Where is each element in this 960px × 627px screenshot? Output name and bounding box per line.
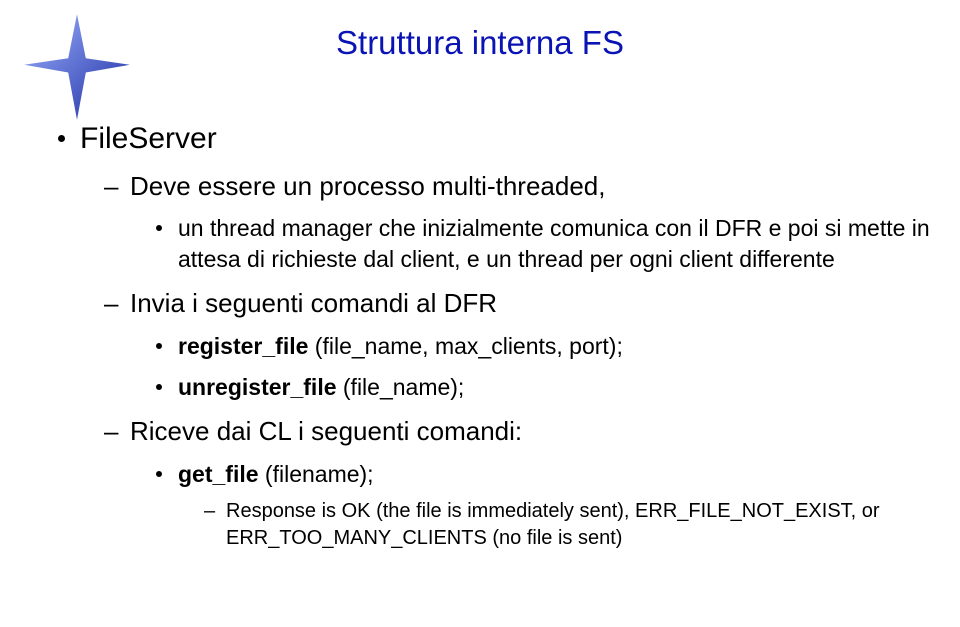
bullet-lvl1: FileServer Deve essere un processo multi…: [50, 120, 930, 552]
bullet-lvl2: Deve essere un processo multi-threaded, …: [100, 170, 930, 276]
cmd-args: (filename);: [259, 461, 374, 487]
text: Invia i seguenti comandi al DFR: [130, 288, 497, 318]
text: Deve essere un processo multi-threaded,: [130, 171, 605, 201]
text: Response is OK (the file is immediately …: [226, 500, 880, 549]
bullet-lvl3: get_file (filename); Response is OK (the…: [152, 459, 930, 552]
bullet-lvl3: un thread manager che inizialmente comun…: [152, 213, 930, 275]
bullet-lvl3: register_file (file_name, max_clients, p…: [152, 331, 930, 362]
text: FileServer: [80, 122, 217, 155]
text: un thread manager che inizialmente comun…: [178, 215, 930, 272]
bullet-lvl2: Invia i seguenti comandi al DFR register…: [100, 287, 930, 403]
slide-title: Struttura interna FS: [0, 24, 960, 62]
slide: Struttura interna FS FileServer Deve ess…: [0, 0, 960, 627]
bullet-lvl2: Riceve dai CL i seguenti comandi: get_fi…: [100, 415, 930, 552]
cmd-name: get_file: [178, 461, 259, 487]
cmd-args: (file_name, max_clients, port);: [308, 333, 622, 359]
cmd-name: register_file: [178, 333, 308, 359]
text: Riceve dai CL i seguenti comandi:: [130, 416, 522, 446]
cmd-name: unregister_file: [178, 374, 337, 400]
slide-body: FileServer Deve essere un processo multi…: [50, 120, 930, 564]
cmd-args: (file_name);: [337, 374, 465, 400]
bullet-lvl4: Response is OK (the file is immediately …: [200, 498, 930, 552]
bullet-lvl3: unregister_file (file_name);: [152, 372, 930, 403]
